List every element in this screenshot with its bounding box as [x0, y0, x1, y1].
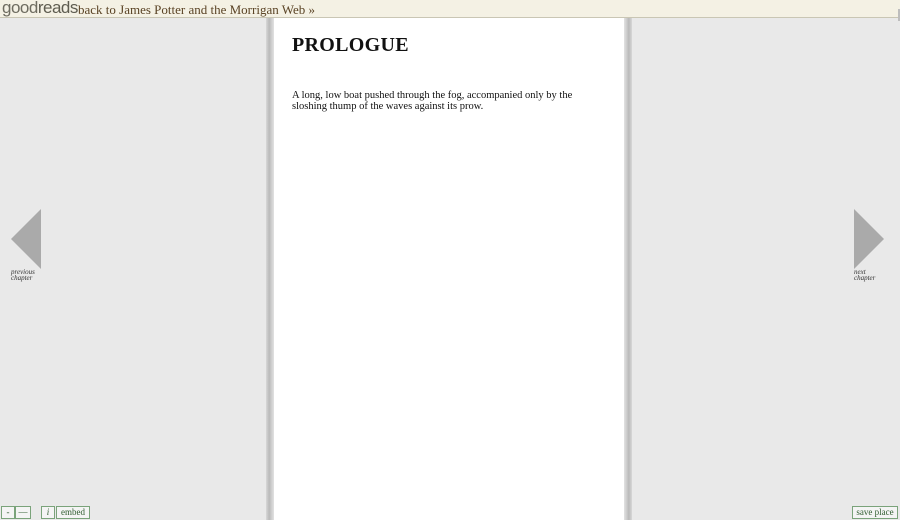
- chapter-title: PROLOGUE: [292, 34, 409, 56]
- next-chapter-label: next chapter: [854, 269, 888, 282]
- decrease-font-button[interactable]: -: [1, 506, 15, 519]
- top-bar: goodreads back to James Potter and the M…: [0, 0, 900, 21]
- next-label-line2: chapter: [854, 274, 876, 282]
- goodreads-logo[interactable]: goodreads: [2, 0, 78, 18]
- logo-good: good: [2, 0, 38, 17]
- page-width-button[interactable]: —: [15, 506, 31, 519]
- previous-label-line2: chapter: [11, 274, 33, 282]
- info-button[interactable]: i: [41, 506, 55, 519]
- chapter-text: A long, low boat pushed through the fog,…: [292, 90, 573, 112]
- arrow-left-icon: [11, 209, 41, 269]
- save-place-button[interactable]: save place: [852, 506, 898, 519]
- back-to-book-link[interactable]: back to James Potter and the Morrigan We…: [78, 2, 315, 17]
- previous-chapter-button[interactable]: previous chapter: [11, 209, 45, 289]
- page-shadow-left: [266, 18, 274, 520]
- next-chapter-button[interactable]: next chapter: [854, 209, 888, 289]
- arrow-right-icon: [854, 209, 884, 269]
- book-page: PROLOGUE A long, low boat pushed through…: [274, 18, 624, 520]
- logo-reads: reads: [37, 0, 79, 17]
- previous-chapter-label: previous chapter: [11, 269, 45, 282]
- embed-button[interactable]: embed: [56, 506, 90, 519]
- page-shadow-right: [624, 18, 632, 520]
